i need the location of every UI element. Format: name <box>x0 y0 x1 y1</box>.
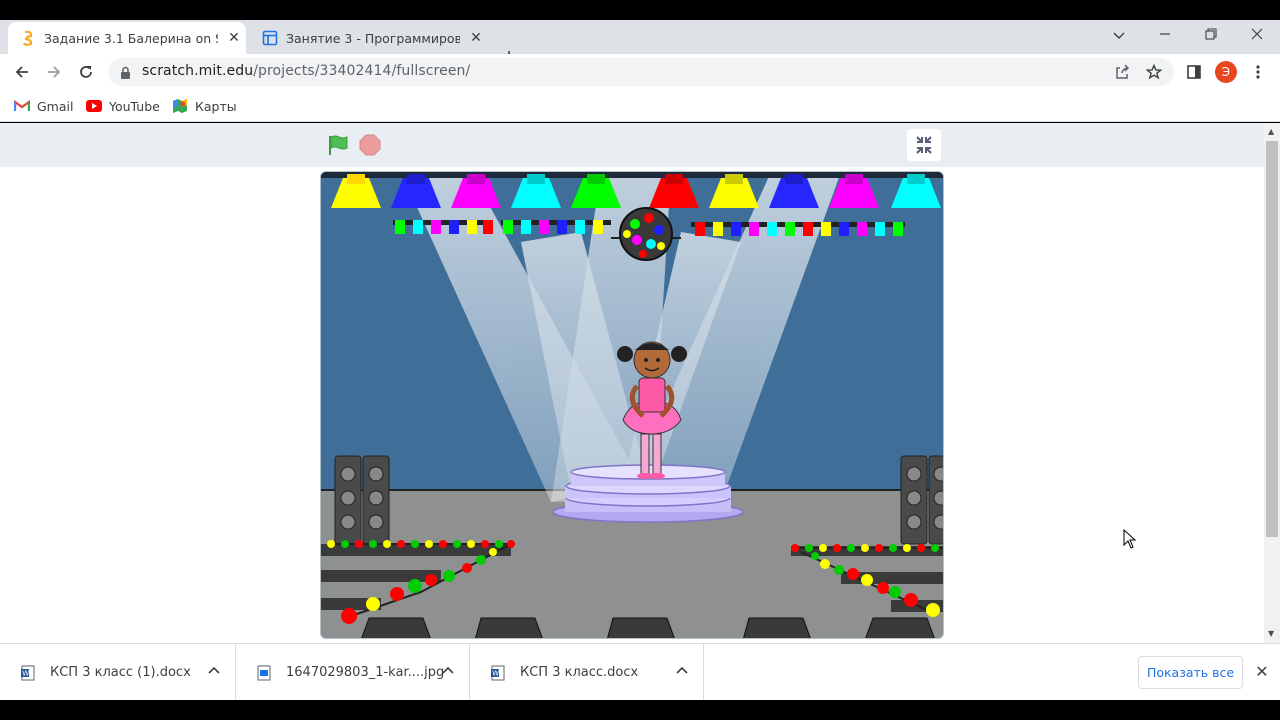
bookmark-maps[interactable]: Карты <box>172 97 237 115</box>
reload-button[interactable] <box>74 60 98 84</box>
bookmark-gmail[interactable]: Gmail <box>14 97 73 115</box>
forward-button[interactable] <box>42 60 66 84</box>
green-flag-button[interactable] <box>327 134 349 156</box>
tab-strip: Задание 3.1 Балерина on Scratch ✕ Заняти… <box>0 20 1280 68</box>
download-filename: 1647029803_1-kar....jpg <box>286 665 445 680</box>
stop-button[interactable] <box>359 134 381 156</box>
bookmark-label: Gmail <box>37 98 74 114</box>
lock-icon[interactable] <box>120 65 131 84</box>
unfullscreen-icon <box>916 136 932 154</box>
show-all-downloads-button[interactable]: Показать все <box>1138 656 1243 689</box>
page-layout-icon <box>262 30 278 46</box>
tab-close-icon[interactable]: ✕ <box>468 30 484 46</box>
exit-fullscreen-button[interactable] <box>907 129 941 161</box>
bookmark-youtube[interactable]: YouTube <box>86 97 160 115</box>
browser-window: Задание 3.1 Балерина on Scratch ✕ Заняти… <box>0 0 1280 720</box>
stage-scene <box>321 172 943 638</box>
profile-initial: Э <box>1215 61 1237 83</box>
download-filename: КСП 3 класс (1).docx <box>50 665 191 680</box>
download-item[interactable]: 1647029803_1-kar....jpg <box>236 644 470 701</box>
vertical-scrollbar[interactable]: ▲ ▼ <box>1264 123 1280 643</box>
minimize-button[interactable] <box>1153 24 1177 48</box>
url-path: /projects/33402414/fullscreen/ <box>253 63 471 79</box>
download-item[interactable]: W КСП 3 класс.docx <box>470 644 704 701</box>
toolbar: scratch.mit.edu/projects/33402414/fullsc… <box>0 54 1280 90</box>
word-doc-icon: W <box>21 665 35 680</box>
tab-search-icon[interactable] <box>1107 24 1131 48</box>
address-bar[interactable]: scratch.mit.edu/projects/33402414/fullsc… <box>108 58 1174 86</box>
letterbox-bottom <box>0 700 1280 720</box>
share-icon[interactable] <box>1113 63 1131 81</box>
speakers-right <box>900 455 943 545</box>
tab-close-icon[interactable]: ✕ <box>226 30 242 46</box>
image-file-icon <box>257 665 271 680</box>
svg-text:W: W <box>492 669 499 677</box>
chevron-up-icon[interactable] <box>207 664 221 678</box>
stage-header <box>0 123 1264 167</box>
menu-kebab-icon[interactable] <box>1246 60 1270 84</box>
mouse-cursor-icon <box>1123 528 1137 549</box>
chevron-up-icon[interactable] <box>441 664 455 678</box>
scratch-favicon-icon <box>20 30 36 46</box>
page-content <box>0 123 1264 643</box>
scroll-up-icon[interactable]: ▲ <box>1268 127 1274 136</box>
side-panel-icon[interactable] <box>1182 60 1206 84</box>
url-text[interactable]: scratch.mit.edu/projects/33402414/fullsc… <box>142 63 470 79</box>
close-window-button[interactable] <box>1245 24 1269 48</box>
back-button[interactable] <box>10 60 34 84</box>
green-flag-icon <box>329 135 348 155</box>
scratch-stage[interactable] <box>320 171 944 639</box>
svg-text:W: W <box>22 669 29 677</box>
scroll-thumb[interactable] <box>1266 141 1278 537</box>
tab-title: Занятие 3 - Программирование <box>286 30 460 46</box>
download-shelf: W КСП 3 класс (1).docx 1647029803_1-kar.… <box>0 643 1280 701</box>
bookmarks-bar: Gmail YouTube Карты <box>0 90 1280 122</box>
close-download-shelf-icon[interactable]: ✕ <box>1254 664 1270 680</box>
tab-scratch[interactable]: Задание 3.1 Балерина on Scratch ✕ <box>8 22 246 54</box>
bookmark-label: YouTube <box>109 98 160 114</box>
stop-sign-icon <box>359 134 381 156</box>
download-filename: КСП 3 класс.docx <box>520 665 639 680</box>
url-host: scratch.mit.edu <box>142 63 254 79</box>
youtube-icon <box>86 98 102 114</box>
bookmark-star-icon[interactable] <box>1145 63 1163 81</box>
download-item[interactable]: W КСП 3 класс (1).docx <box>0 644 236 701</box>
tab-title: Задание 3.1 Балерина on Scratch <box>44 30 218 46</box>
chevron-up-icon[interactable] <box>675 664 689 678</box>
tab-lesson[interactable]: Занятие 3 - Программирование ✕ <box>250 22 488 54</box>
scroll-down-icon[interactable]: ▼ <box>1268 629 1274 638</box>
gmail-icon <box>14 98 30 114</box>
word-doc-icon: W <box>491 665 505 680</box>
profile-avatar[interactable]: Э <box>1214 60 1238 84</box>
bookmark-label: Карты <box>195 98 237 114</box>
maps-icon <box>172 98 188 114</box>
restore-button[interactable] <box>1199 24 1223 48</box>
